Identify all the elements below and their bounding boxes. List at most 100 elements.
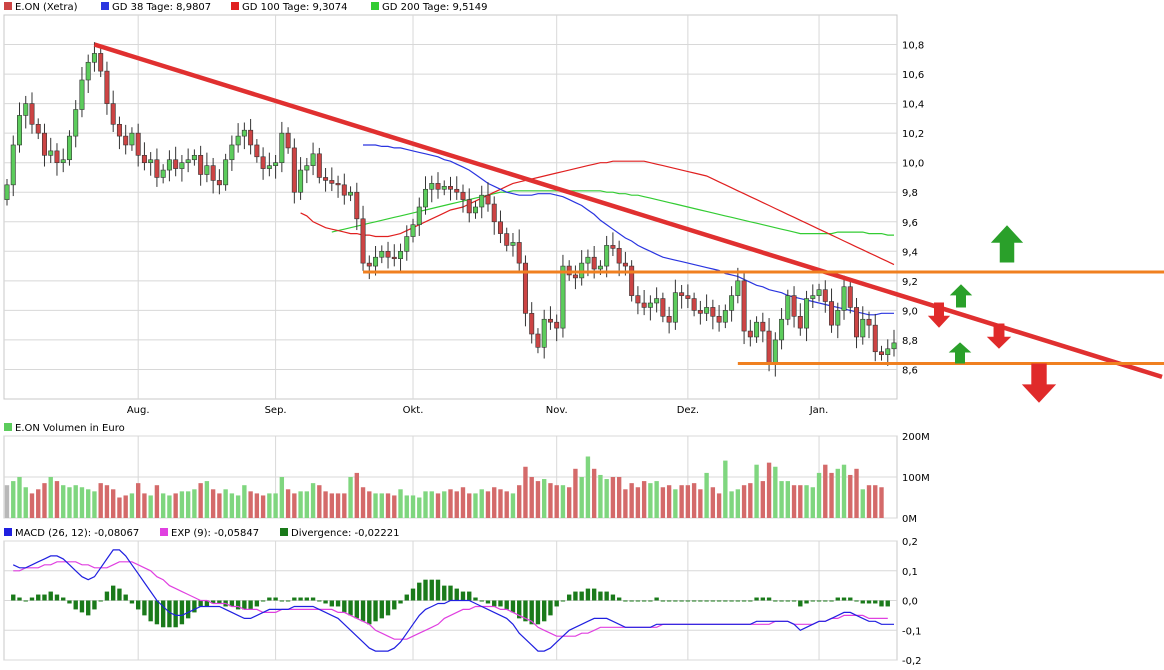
divergence-bar xyxy=(804,600,809,604)
divergence-bar xyxy=(810,600,815,602)
volume-bar xyxy=(542,479,547,518)
divergence-bar xyxy=(429,579,434,601)
price-legend: E.ON (Xetra) GD 38 Tage: 8,9807 GD 100 T… xyxy=(4,2,488,13)
volume-bar xyxy=(879,487,884,518)
volume-bar xyxy=(510,493,516,518)
divergence-bar xyxy=(641,600,647,602)
volume-bar xyxy=(410,495,416,518)
volume-bar xyxy=(385,493,391,518)
volume-bar xyxy=(479,489,484,518)
divergence-bar xyxy=(573,591,578,601)
volume-bar xyxy=(598,474,603,518)
volume-bar xyxy=(473,493,478,518)
candle-body xyxy=(273,162,279,166)
candle-body xyxy=(791,295,797,317)
volume-bar xyxy=(154,485,160,518)
volume-bar xyxy=(354,472,359,518)
divergence-bar xyxy=(704,600,709,602)
price-tick-label: 10,4 xyxy=(902,100,924,111)
divergence-bar xyxy=(679,600,684,602)
divergence-bar xyxy=(310,597,316,601)
divergence-bar xyxy=(729,600,734,602)
volume-bar xyxy=(323,491,328,518)
candle-body xyxy=(66,135,72,161)
candle-body xyxy=(616,248,622,264)
divergence-bar xyxy=(423,579,428,601)
candle-body xyxy=(260,156,266,169)
volume-bar xyxy=(467,493,472,518)
candle-body xyxy=(866,318,872,326)
legend-swatch-volume xyxy=(4,423,12,431)
volume-bar xyxy=(129,493,135,518)
macd-panel: MACD (26, 12): -0,08067 EXP (9): -0,0584… xyxy=(3,528,922,667)
volume-bar xyxy=(223,489,228,518)
price-panel: E.ON (Xetra) GD 38 Tage: 8,9807 GD 100 T… xyxy=(3,2,1164,416)
volume-bar xyxy=(716,493,722,518)
divergence-bar xyxy=(23,600,28,602)
divergence-bar xyxy=(560,600,566,602)
legend-swatch-gd38 xyxy=(101,2,109,10)
month-label: Nov. xyxy=(546,405,568,416)
candle-body xyxy=(516,242,522,264)
volume-bar xyxy=(348,477,353,518)
volume-bar xyxy=(791,485,797,518)
volume-bar xyxy=(591,468,597,518)
candle-body xyxy=(79,79,85,110)
candle-body xyxy=(216,180,222,186)
divergence-bar xyxy=(673,600,678,602)
divergence-bar xyxy=(342,600,347,613)
volume-bar xyxy=(548,483,553,518)
volume-bar xyxy=(729,491,734,518)
divergence-bar xyxy=(98,600,103,602)
candle-body xyxy=(529,313,535,335)
legend-label-eon: E.ON (Xetra) xyxy=(15,2,78,13)
candle-body xyxy=(454,188,460,193)
candle-body xyxy=(10,144,16,186)
price-tick-label: 8,8 xyxy=(902,336,918,347)
candle-body xyxy=(872,324,878,353)
volume-bar xyxy=(135,483,141,518)
candle-body xyxy=(585,256,591,264)
legend-swatch-eon xyxy=(4,2,12,10)
divergence-bar xyxy=(454,588,459,601)
candle-body xyxy=(760,321,766,332)
candle-body xyxy=(754,321,760,338)
volume-bar xyxy=(367,491,372,518)
divergence-bar xyxy=(367,600,372,625)
candle-body xyxy=(435,183,441,190)
divergence-bar xyxy=(317,600,322,602)
volume-bar xyxy=(329,493,335,518)
volume-bar xyxy=(773,466,778,518)
candle-body xyxy=(810,295,816,299)
volume-bar xyxy=(342,493,347,518)
divergence-bar xyxy=(604,591,609,601)
volume-bar xyxy=(417,497,422,518)
candle-body xyxy=(191,155,197,161)
divergence-bar xyxy=(385,600,391,616)
divergence-bar xyxy=(691,600,697,602)
candle-body xyxy=(660,298,666,317)
divergence-bar xyxy=(354,600,359,619)
candle-body xyxy=(373,256,379,267)
volume-bar xyxy=(798,485,803,518)
candle-body xyxy=(241,129,247,137)
volume-bar xyxy=(29,493,35,518)
divergence-bar xyxy=(398,600,403,604)
volume-bar xyxy=(535,481,541,518)
legend-label-gd200: GD 200 Tage: 9,5149 xyxy=(382,2,488,13)
legend-swatch-macd xyxy=(4,528,12,536)
volume-bar xyxy=(616,477,622,518)
divergence-bar xyxy=(798,600,803,607)
divergence-bar xyxy=(591,588,597,601)
divergence-bar xyxy=(598,591,603,601)
candle-body xyxy=(647,302,653,308)
candle-body xyxy=(448,186,453,190)
volume-bar xyxy=(460,487,466,518)
candle-body xyxy=(547,318,553,323)
candle-body xyxy=(129,132,135,146)
volume-bar xyxy=(685,485,691,518)
volume-bar xyxy=(242,485,247,518)
volume-bar xyxy=(142,493,147,518)
volume-bar xyxy=(36,489,41,518)
candle-body xyxy=(610,245,616,249)
